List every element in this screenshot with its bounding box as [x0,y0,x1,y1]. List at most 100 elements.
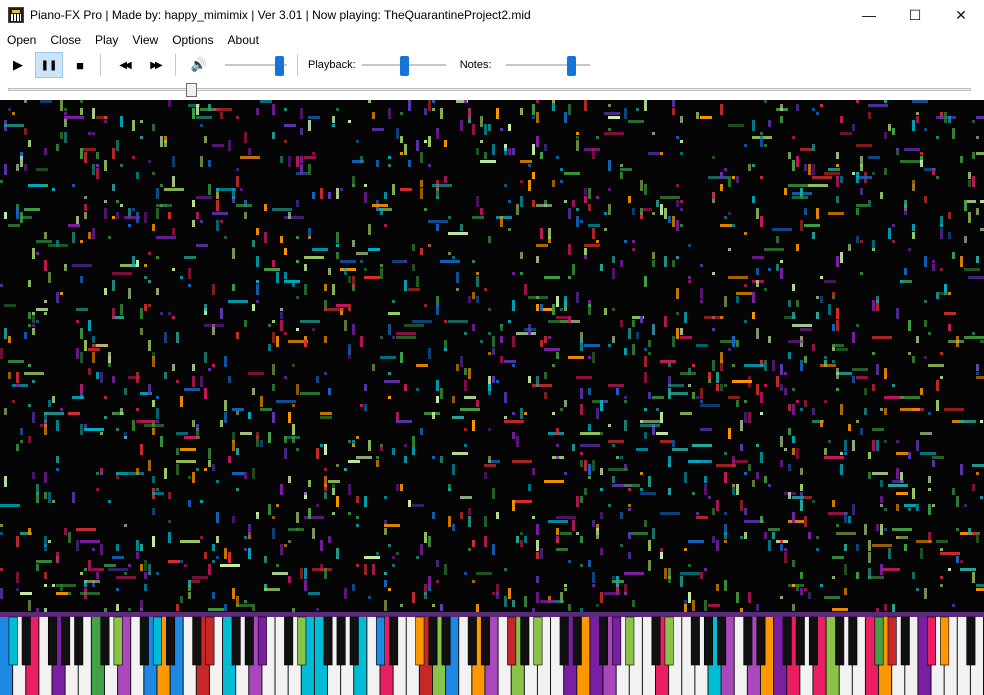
black-key[interactable] [625,616,635,666]
note-block [596,408,599,419]
volume-slider[interactable] [225,55,287,76]
black-key[interactable] [336,616,346,666]
black-key[interactable] [756,616,766,666]
menu-view[interactable]: View [125,33,165,47]
black-key[interactable] [375,616,385,666]
fast-forward-button[interactable]: ▶▶ [141,52,169,78]
title-bar[interactable]: Piano-FX Pro | Made by: happy_mimimix | … [0,0,984,30]
note-block [720,224,732,227]
black-key[interactable] [415,616,425,666]
black-key[interactable] [284,616,294,666]
black-key[interactable] [533,616,543,666]
black-key[interactable] [612,616,622,666]
playback-slider-thumb[interactable] [399,56,409,76]
note-block [104,564,116,567]
black-key[interactable] [717,616,727,666]
note-block [840,176,843,183]
play-button[interactable]: ▶ [4,52,32,78]
black-key[interactable] [848,616,858,666]
black-key[interactable] [599,616,609,666]
black-key[interactable] [297,616,307,666]
black-key[interactable] [927,616,937,666]
black-key[interactable] [323,616,333,666]
black-key[interactable] [441,616,451,666]
black-key[interactable] [743,616,753,666]
black-key[interactable] [47,616,57,666]
black-key[interactable] [152,616,162,666]
black-key[interactable] [8,616,18,666]
note-block [972,176,975,187]
note-block [104,120,107,123]
black-key[interactable] [651,616,661,666]
black-key[interactable] [349,616,359,666]
black-key[interactable] [664,616,674,666]
black-key[interactable] [520,616,530,666]
black-key[interactable] [428,616,438,666]
black-key[interactable] [507,616,517,666]
playback-slider[interactable] [361,55,446,76]
menu-play[interactable]: Play [88,33,125,47]
black-key[interactable] [244,616,254,666]
note-block [652,260,655,267]
note-block [856,144,872,147]
menu-about[interactable]: About [221,33,266,47]
note-block [780,364,783,375]
seek-bar[interactable] [8,88,971,91]
black-key[interactable] [900,616,910,666]
black-key[interactable] [572,616,582,666]
note-block [980,200,984,203]
menu-close[interactable]: Close [43,33,88,47]
note-block [924,128,927,131]
black-key[interactable] [467,616,477,666]
seek-bar-thumb[interactable] [186,83,197,97]
black-key[interactable] [835,616,845,666]
note-block [924,256,927,267]
close-button[interactable]: ✕ [938,0,984,30]
black-key[interactable] [389,616,399,666]
black-key[interactable] [61,616,71,666]
volume-slider-thumb[interactable] [275,56,284,76]
black-key[interactable] [559,616,569,666]
black-key[interactable] [690,616,700,666]
black-key[interactable] [139,616,149,666]
black-key[interactable] [113,616,123,666]
black-key[interactable] [782,616,792,666]
maximize-button[interactable]: ☐ [892,0,938,30]
black-key[interactable] [231,616,241,666]
black-key[interactable] [100,616,110,666]
black-key[interactable] [887,616,897,666]
menu-open[interactable]: Open [0,33,43,47]
note-block [864,524,867,535]
note-block [356,252,368,255]
black-key[interactable] [966,616,976,666]
note-block [688,564,691,567]
black-key[interactable] [874,616,884,666]
note-block [852,124,855,131]
note-block [608,384,624,387]
note-block [260,440,263,447]
black-key[interactable] [940,616,950,666]
notes-slider[interactable] [505,55,590,76]
toolbar-separator [175,54,176,76]
note-block [852,332,855,343]
volume-button[interactable]: 🔊 [185,52,213,78]
note-block [156,408,159,419]
black-key[interactable] [808,616,818,666]
black-key[interactable] [795,616,805,666]
black-key[interactable] [257,616,267,666]
pause-button[interactable]: ❚❚ [35,52,63,78]
note-block [312,328,315,331]
black-key[interactable] [480,616,490,666]
note-block [716,372,719,383]
menu-options[interactable]: Options [165,33,220,47]
notes-slider-thumb[interactable] [566,56,576,76]
black-key[interactable] [166,616,176,666]
black-key[interactable] [192,616,202,666]
minimize-button[interactable]: — [846,0,892,30]
black-key[interactable] [703,616,713,666]
black-key[interactable] [205,616,215,666]
black-key[interactable] [74,616,84,666]
black-key[interactable] [21,616,31,666]
rewind-button[interactable]: ◀◀ [110,52,138,78]
stop-button[interactable]: ■ [66,52,94,78]
